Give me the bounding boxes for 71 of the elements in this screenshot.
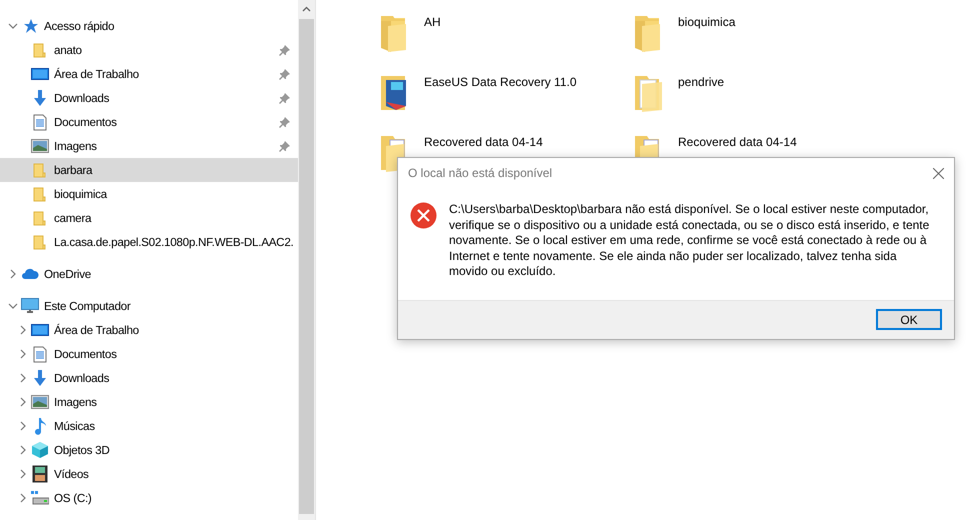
chevron-down-icon[interactable] — [8, 301, 18, 311]
nav-section-label[interactable]: OneDrive — [44, 268, 298, 280]
chevron-right-icon[interactable] — [18, 373, 28, 383]
monitor-icon — [31, 66, 49, 82]
ok-button[interactable]: OK — [876, 309, 942, 330]
down-arrow-icon — [32, 369, 48, 387]
error-icon — [410, 202, 437, 229]
nav-item-label[interactable]: anato — [54, 44, 274, 56]
chevron-right-icon[interactable] — [8, 269, 18, 279]
close-icon[interactable] — [933, 168, 944, 178]
selected-row-highlight[interactable]: barbara — [0, 158, 298, 182]
film-icon — [32, 465, 48, 483]
nav-item-label[interactable]: barbara — [54, 164, 298, 176]
scroll-up-icon[interactable] — [302, 6, 311, 12]
file-name[interactable]: pendrive — [678, 72, 724, 89]
error-message: C:\Users\barba\Desktop\barbara não está disponível. Se o local estiver neste computador, verifique se o dispositivo ou a unidade está conectada, ou se o disco está inserido, e tente novamente. Se o local estiver em uma rede, confirme se você está conectado à rede ou à Internet e tente novamente. Se ele ainda não puder ser localizado, talvez tenha sida movido ou excluído. — [449, 202, 930, 280]
folder-icon — [32, 162, 48, 178]
nav-item-label[interactable]: Vídeos — [54, 468, 298, 480]
pin-icon[interactable] — [278, 140, 290, 152]
folder-icon — [32, 210, 48, 226]
monitor-icon — [31, 322, 49, 338]
picture-icon — [31, 395, 49, 409]
nav-item-label[interactable]: Área de Trabalho — [54, 68, 274, 80]
nav-item-label[interactable]: Imagens — [54, 396, 298, 408]
star-icon — [22, 18, 38, 34]
cube-icon — [31, 441, 49, 459]
folder-icon — [32, 234, 48, 250]
nav-section-label[interactable]: Este Computador — [44, 300, 298, 312]
chevron-right-icon[interactable] — [18, 421, 28, 431]
scrollbar-thumb[interactable] — [299, 19, 314, 514]
music-note-icon — [33, 417, 47, 435]
scrollbar[interactable] — [298, 0, 315, 520]
chevron-right-icon[interactable] — [18, 349, 28, 359]
document-icon — [33, 346, 47, 362]
folder-icon — [32, 42, 48, 58]
computer-icon — [21, 298, 39, 314]
file-name[interactable]: bioquimica — [678, 12, 736, 29]
cloud-icon — [21, 268, 39, 280]
nav-section-label[interactable]: Acesso rápido — [44, 20, 298, 32]
file-name[interactable]: Recovered data 04-14 — [678, 132, 797, 149]
nav-item-label[interactable]: La.casa.de.papel.S02.1080p.NF.WEB-DL.AAC2. — [54, 236, 298, 248]
pin-icon[interactable] — [278, 116, 290, 128]
pin-icon[interactable] — [278, 44, 290, 56]
file-name[interactable]: AH — [424, 12, 441, 29]
nav-item-label[interactable]: Área de Trabalho — [54, 324, 298, 336]
chevron-right-icon[interactable] — [18, 397, 28, 407]
nav-item-label[interactable]: camera — [54, 212, 298, 224]
chevron-right-icon[interactable] — [18, 445, 28, 455]
nav-item-label[interactable]: Músicas — [54, 420, 298, 432]
nav-item-label[interactable]: Imagens — [54, 140, 274, 152]
dialog-title: O local não está disponível — [408, 166, 552, 180]
nav-item-label[interactable]: bioquimica — [54, 188, 298, 200]
chevron-down-icon[interactable] — [8, 21, 18, 31]
chevron-right-icon[interactable] — [18, 325, 28, 335]
nav-item-label[interactable]: Documentos — [54, 116, 274, 128]
nav-item-label[interactable]: Objetos 3D — [54, 444, 298, 456]
nav-item-label[interactable]: Downloads — [54, 372, 298, 384]
nav-item-label[interactable]: OS (C:) — [54, 492, 298, 504]
nav-item-label[interactable]: Documentos — [54, 348, 298, 360]
file-name[interactable]: EaseUS Data Recovery 11.0 — [424, 72, 577, 89]
pin-icon[interactable] — [278, 92, 290, 104]
down-arrow-icon — [32, 89, 48, 107]
document-icon — [33, 114, 47, 130]
pin-icon[interactable] — [278, 68, 290, 80]
nav-item-label[interactable]: Downloads — [54, 92, 274, 104]
file-name[interactable]: Recovered data 04-14 — [424, 132, 543, 149]
folder-icon — [32, 186, 48, 202]
chevron-right-icon[interactable] — [18, 469, 28, 479]
drive-icon — [31, 491, 49, 505]
chevron-right-icon[interactable] — [18, 493, 28, 503]
picture-icon — [31, 139, 49, 153]
